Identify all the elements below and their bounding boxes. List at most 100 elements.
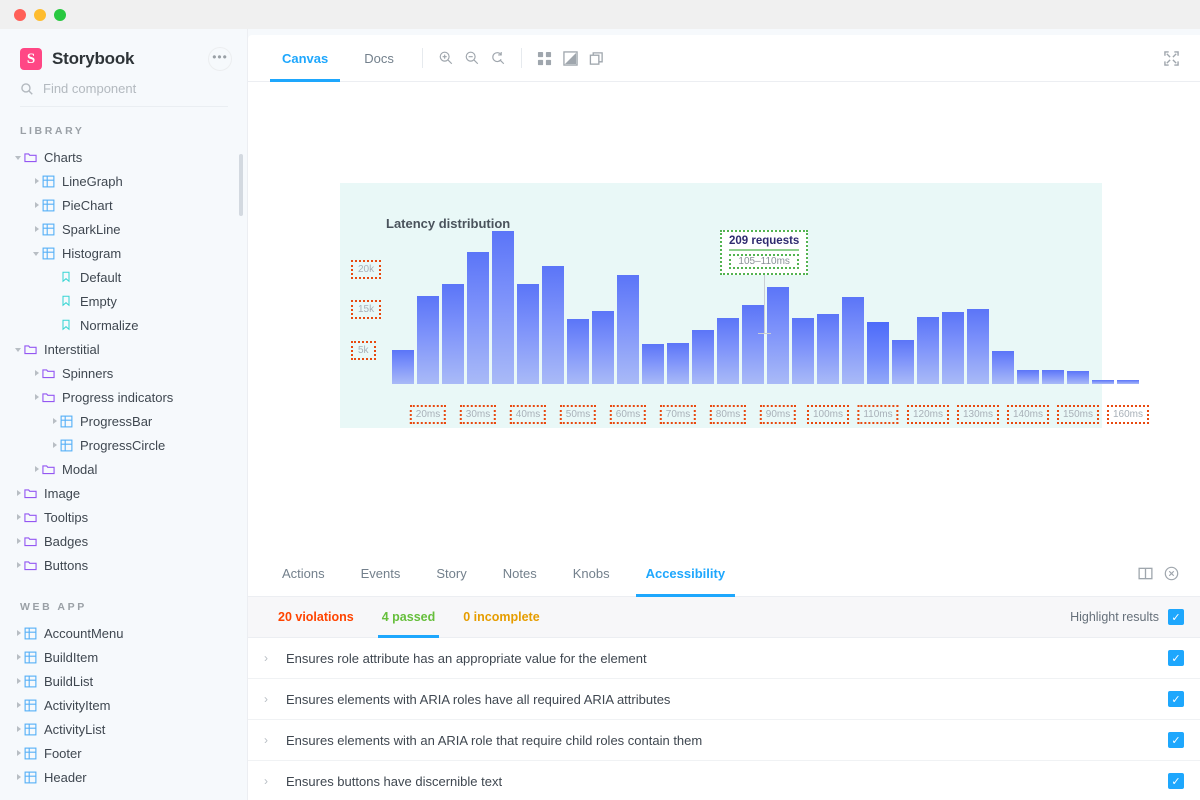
a11y-row-checkbox[interactable]: ✓: [1168, 773, 1184, 789]
histogram-bar[interactable]: [417, 296, 439, 384]
tab-docs[interactable]: Docs: [346, 35, 412, 82]
sidebar-item-header[interactable]: Header: [0, 765, 248, 789]
panel-tab-story[interactable]: Story: [418, 550, 484, 597]
histogram-bar[interactable]: [617, 275, 639, 384]
tree-caret-icon[interactable]: [30, 248, 42, 258]
tree-caret-icon[interactable]: [30, 176, 42, 186]
histogram-bar[interactable]: [842, 297, 864, 384]
histogram-bar[interactable]: [1067, 370, 1089, 384]
maximize-window-button[interactable]: [54, 8, 66, 21]
tab-canvas[interactable]: Canvas: [264, 35, 346, 82]
a11y-result-tab[interactable]: 20 violations: [264, 597, 368, 638]
sidebar-scrollbar[interactable]: [239, 154, 243, 216]
tree-caret-icon[interactable]: [12, 700, 24, 710]
search-input[interactable]: [43, 81, 213, 96]
sidebar-item-empty[interactable]: Empty: [0, 289, 248, 313]
tree-caret-icon[interactable]: [30, 464, 42, 474]
histogram-bar[interactable]: [567, 319, 589, 384]
layout-icon[interactable]: [584, 45, 610, 71]
histogram-bar[interactable]: [967, 308, 989, 384]
sidebar-item-footer[interactable]: Footer: [0, 741, 248, 765]
histogram-bar[interactable]: [667, 342, 689, 384]
zoom-in-icon[interactable]: [433, 45, 459, 71]
panel-tab-notes[interactable]: Notes: [485, 550, 555, 597]
histogram-bar[interactable]: [517, 283, 539, 384]
sidebar-item-spinners[interactable]: Spinners: [0, 361, 248, 385]
tree-caret-icon[interactable]: [12, 652, 24, 662]
histogram-bar[interactable]: [1092, 380, 1114, 384]
sidebar-item-progresscircle[interactable]: ProgressCircle: [0, 433, 248, 457]
panel-tab-accessibility[interactable]: Accessibility: [628, 550, 744, 597]
a11y-result-row[interactable]: › Ensures elements with an ARIA role that…: [248, 720, 1200, 761]
sidebar-item-image[interactable]: Image: [0, 481, 248, 505]
histogram-bar[interactable]: [392, 350, 414, 384]
sidebar-item-accountmenu[interactable]: AccountMenu: [0, 621, 248, 645]
ellipsis-icon[interactable]: •••: [208, 47, 232, 71]
a11y-result-tab[interactable]: 4 passed: [368, 597, 450, 638]
close-circle-icon[interactable]: [1158, 560, 1184, 586]
panel-tab-knobs[interactable]: Knobs: [555, 550, 628, 597]
contrast-icon[interactable]: [558, 45, 584, 71]
tree-caret-icon[interactable]: [12, 748, 24, 758]
tree-caret-icon[interactable]: [12, 560, 24, 570]
a11y-result-row[interactable]: › Ensures buttons have discernible text ✓: [248, 761, 1200, 800]
histogram-bar[interactable]: [892, 339, 914, 384]
tree-caret-icon[interactable]: [48, 440, 60, 450]
sidebar-item-modal[interactable]: Modal: [0, 457, 248, 481]
histogram-bar[interactable]: [467, 251, 489, 384]
tree-caret-icon[interactable]: [30, 224, 42, 234]
sidebar-item-tooltips[interactable]: Tooltips: [0, 505, 248, 529]
brand[interactable]: S Storybook: [20, 48, 134, 70]
histogram-bar[interactable]: [642, 343, 664, 384]
a11y-row-checkbox[interactable]: ✓: [1168, 650, 1184, 666]
sidebar-item-sparkline[interactable]: SparkLine: [0, 217, 248, 241]
a11y-row-checkbox[interactable]: ✓: [1168, 691, 1184, 707]
grid-background-icon[interactable]: [532, 45, 558, 71]
tree-caret-icon[interactable]: [30, 368, 42, 378]
expand-chevron-icon[interactable]: ›: [264, 733, 286, 747]
histogram-bar[interactable]: [1117, 380, 1139, 384]
tree-caret-icon[interactable]: [12, 152, 24, 162]
sidebar-item-badges[interactable]: Badges: [0, 529, 248, 553]
a11y-result-tab[interactable]: 0 incomplete: [449, 597, 553, 638]
histogram-bar[interactable]: [817, 314, 839, 384]
tree-caret-icon[interactable]: [12, 512, 24, 522]
tree-caret-icon[interactable]: [30, 392, 42, 402]
histogram-bar[interactable]: [1017, 369, 1039, 384]
sidebar-item-progress-indicators[interactable]: Progress indicators: [0, 385, 248, 409]
tree-caret-icon[interactable]: [12, 772, 24, 782]
sidebar-item-normalize[interactable]: Normalize: [0, 313, 248, 337]
sidebar-item-histogram[interactable]: Histogram: [0, 241, 248, 265]
histogram-bar[interactable]: [442, 283, 464, 384]
tree-caret-icon[interactable]: [12, 676, 24, 686]
sidebar-item-linegraph[interactable]: LineGraph: [0, 169, 248, 193]
histogram-bar[interactable]: [867, 322, 889, 384]
sidebar-item-progressbar[interactable]: ProgressBar: [0, 409, 248, 433]
sidebar-item-activitylist[interactable]: ActivityList: [0, 717, 248, 741]
zoom-out-icon[interactable]: [459, 45, 485, 71]
tree-caret-icon[interactable]: [12, 344, 24, 354]
tree-caret-icon[interactable]: [30, 200, 42, 210]
sidebar-item-default[interactable]: Default: [0, 265, 248, 289]
histogram-bar[interactable]: [592, 310, 614, 384]
histogram-bar[interactable]: [917, 316, 939, 384]
sidebar-item-charts[interactable]: Charts: [0, 145, 248, 169]
tree-caret-icon[interactable]: [12, 488, 24, 498]
a11y-result-row[interactable]: › Ensures role attribute has an appropria…: [248, 638, 1200, 679]
close-window-button[interactable]: [14, 8, 26, 21]
histogram-bar[interactable]: [492, 231, 514, 384]
histogram-bar[interactable]: [542, 265, 564, 384]
minimize-window-button[interactable]: [34, 8, 46, 21]
histogram-bar[interactable]: [992, 351, 1014, 384]
sidebar-item-buildlist[interactable]: BuildList: [0, 669, 248, 693]
sidebar-item-interstitial[interactable]: Interstitial: [0, 337, 248, 361]
zoom-reset-icon[interactable]: [485, 45, 511, 71]
tree-caret-icon[interactable]: [12, 536, 24, 546]
histogram-bar[interactable]: [942, 311, 964, 384]
a11y-row-checkbox[interactable]: ✓: [1168, 732, 1184, 748]
panel-position-icon[interactable]: [1132, 560, 1158, 586]
fullscreen-icon[interactable]: [1158, 45, 1184, 71]
sidebar-item-builditem[interactable]: BuildItem: [0, 645, 248, 669]
tree-caret-icon[interactable]: [12, 724, 24, 734]
histogram-bar[interactable]: [692, 330, 714, 384]
